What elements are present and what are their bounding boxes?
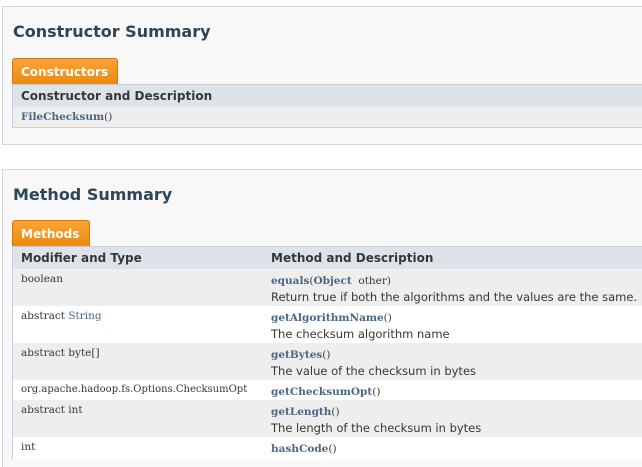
method-summary-section: Method Summary Methods Modifier and Type… bbox=[2, 169, 642, 467]
method-summary-title: Method Summary bbox=[13, 185, 173, 204]
method-link-getchecksumopt[interactable]: getChecksumOpt bbox=[271, 386, 372, 398]
table-row: abstract int getLength() The length of t… bbox=[13, 400, 642, 437]
modifier-type: org.apache.hadoop.fs.Options.ChecksumOpt bbox=[21, 384, 248, 395]
method-cell: getBytes() The value of the checksum in … bbox=[271, 349, 477, 378]
method-cell: getLength() The length of the checksum i… bbox=[271, 406, 482, 435]
modifier-and-type-header: Modifier and Type bbox=[21, 251, 142, 265]
return-type-link[interactable]: String bbox=[68, 310, 101, 322]
constructor-link[interactable]: FileChecksum bbox=[21, 111, 104, 123]
method-description: The length of the checksum in bytes bbox=[271, 421, 482, 435]
constructor-summary-title: Constructor Summary bbox=[13, 22, 211, 41]
method-cell: equals(Object other) Return true if both… bbox=[271, 275, 638, 304]
modifier-type: int bbox=[21, 441, 36, 453]
modifier-type: abstract byte[] bbox=[21, 347, 100, 359]
constructor-summary-section: Constructor Summary Constructors Constru… bbox=[2, 6, 642, 145]
method-cell: getAlgorithmName() The checksum algorith… bbox=[271, 312, 450, 341]
tab-constructors[interactable]: Constructors bbox=[12, 58, 118, 84]
constructor-table: Constructor and Description FileChecksum… bbox=[12, 84, 642, 128]
table-row: org.apache.hadoop.fs.Options.ChecksumOpt… bbox=[13, 380, 642, 400]
tab-methods[interactable]: Methods bbox=[12, 220, 90, 246]
method-description: Return true if both the algorithms and t… bbox=[271, 290, 638, 304]
modifier-type: boolean bbox=[21, 273, 63, 285]
constructor-and-description-header: Constructor and Description bbox=[21, 89, 213, 103]
table-row: abstract String getAlgorithmName() The c… bbox=[13, 306, 642, 343]
constructor-signature: FileChecksum() bbox=[21, 111, 113, 123]
method-link-hashcode[interactable]: hashCode bbox=[271, 443, 328, 455]
method-table-header: Modifier and Type Method and Description bbox=[13, 246, 642, 269]
table-row: FileChecksum() bbox=[13, 107, 642, 127]
constructor-table-header: Constructor and Description bbox=[13, 84, 642, 107]
method-link-equals[interactable]: equals bbox=[271, 275, 309, 287]
method-and-description-header: Method and Description bbox=[271, 251, 434, 265]
method-description: The checksum algorithm name bbox=[271, 327, 450, 341]
method-table: Modifier and Type Method and Description… bbox=[12, 246, 642, 459]
param-type-link[interactable]: Object bbox=[313, 275, 351, 287]
table-row: abstract byte[] getBytes() The value of … bbox=[13, 343, 642, 380]
method-cell: getChecksumOpt() bbox=[271, 386, 381, 398]
modifier-type: abstract int bbox=[21, 404, 83, 416]
table-row: boolean equals(Object other) Return true… bbox=[13, 269, 642, 306]
method-link-getalgorithmname[interactable]: getAlgorithmName bbox=[271, 312, 384, 324]
modifier-type: abstract String bbox=[21, 310, 102, 322]
method-cell: hashCode() bbox=[271, 443, 337, 455]
method-description: The value of the checksum in bytes bbox=[271, 364, 477, 378]
method-link-getbytes[interactable]: getBytes bbox=[271, 349, 322, 361]
method-link-getlength[interactable]: getLength bbox=[271, 406, 331, 418]
table-row: int hashCode() bbox=[13, 437, 642, 459]
